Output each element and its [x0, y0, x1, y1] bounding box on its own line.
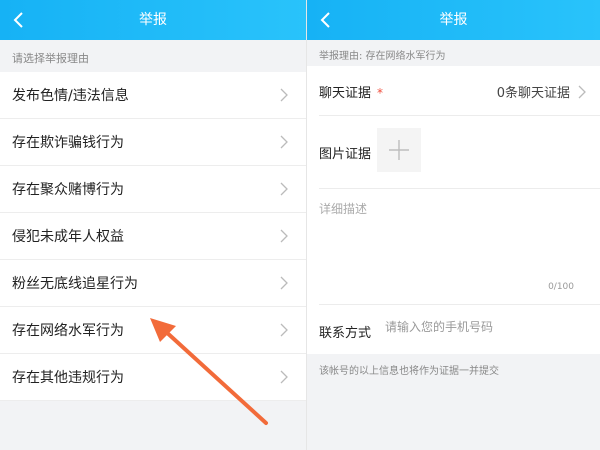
chevron-right-icon — [280, 88, 288, 102]
chevron-right-icon — [280, 229, 288, 243]
reason-label: 存在网络水军行为 — [12, 323, 124, 339]
chat-evidence-count: 0条聊天证据 — [496, 86, 570, 101]
add-image-button[interactable] — [377, 128, 421, 172]
chevron-right-icon — [280, 370, 288, 384]
reason-item-minors[interactable]: 侵犯未成年人权益 — [0, 213, 306, 260]
reason-item-water-army[interactable]: 存在网络水军行为 — [0, 307, 306, 354]
reason-item-fan-behavior[interactable]: 粉丝无底线追星行为 — [0, 260, 306, 307]
char-counter: 0/100 — [548, 282, 574, 292]
reason-label: 存在欺诈骗钱行为 — [12, 135, 124, 151]
image-evidence-row: 图片证据 — [319, 143, 600, 162]
selected-reason: 举报理由: 存在网络水军行为 — [319, 51, 446, 62]
divider — [319, 188, 600, 189]
chevron-right-icon — [280, 276, 288, 290]
chat-evidence-label: 聊天证据 — [319, 86, 372, 101]
chevron-right-icon — [578, 85, 586, 98]
phone-input[interactable] — [385, 320, 575, 334]
top-bar: 举报 — [0, 0, 306, 40]
page-title: 举报 — [439, 12, 468, 28]
chat-evidence-value[interactable]: 0条聊天证据 — [497, 82, 586, 101]
report-form-panel: 举报 举报理由: 存在网络水军行为 聊天证据 * 0条聊天证据 图片证据 详细描述… — [306, 0, 600, 450]
reason-label: 侵犯未成年人权益 — [12, 229, 124, 245]
chevron-right-icon — [280, 182, 288, 196]
chevron-right-icon — [280, 135, 288, 149]
top-bar: 举报 — [307, 0, 600, 40]
reason-item-porn-illegal[interactable]: 发布色情/违法信息 — [0, 72, 306, 119]
reason-item-fraud[interactable]: 存在欺诈骗钱行为 — [0, 119, 306, 166]
reason-label: 存在聚众赌博行为 — [12, 182, 124, 198]
description-textarea[interactable]: 详细描述 — [319, 200, 367, 217]
report-form: 聊天证据 * 0条聊天证据 图片证据 详细描述 0/100 联系方式 — [307, 66, 600, 354]
reason-item-gambling[interactable]: 存在聚众赌博行为 — [0, 166, 306, 213]
reason-item-other[interactable]: 存在其他违规行为 — [0, 354, 306, 401]
divider — [319, 304, 600, 305]
reason-label: 发布色情/违法信息 — [12, 88, 129, 104]
page-title: 举报 — [139, 12, 167, 28]
required-mark: * — [377, 86, 384, 100]
image-evidence-label: 图片证据 — [319, 147, 372, 162]
plus-icon — [389, 140, 409, 160]
submit-footnote: 该帐号的以上信息也将作为证据一并提交 — [319, 366, 499, 377]
report-reason-panel: 举报 请选择举报理由 发布色情/违法信息 存在欺诈骗钱行为 存在聚众赌博行为 侵… — [0, 0, 306, 450]
reason-label: 存在其他违规行为 — [12, 370, 124, 386]
chat-evidence-row[interactable]: 聊天证据 * 0条聊天证据 — [319, 82, 600, 101]
divider — [319, 115, 600, 116]
reason-list: 发布色情/违法信息 存在欺诈骗钱行为 存在聚众赌博行为 侵犯未成年人权益 粉丝无… — [0, 72, 306, 401]
reason-label: 粉丝无底线追星行为 — [12, 276, 138, 292]
select-reason-hint: 请选择举报理由 — [12, 52, 89, 65]
chevron-right-icon — [280, 323, 288, 337]
